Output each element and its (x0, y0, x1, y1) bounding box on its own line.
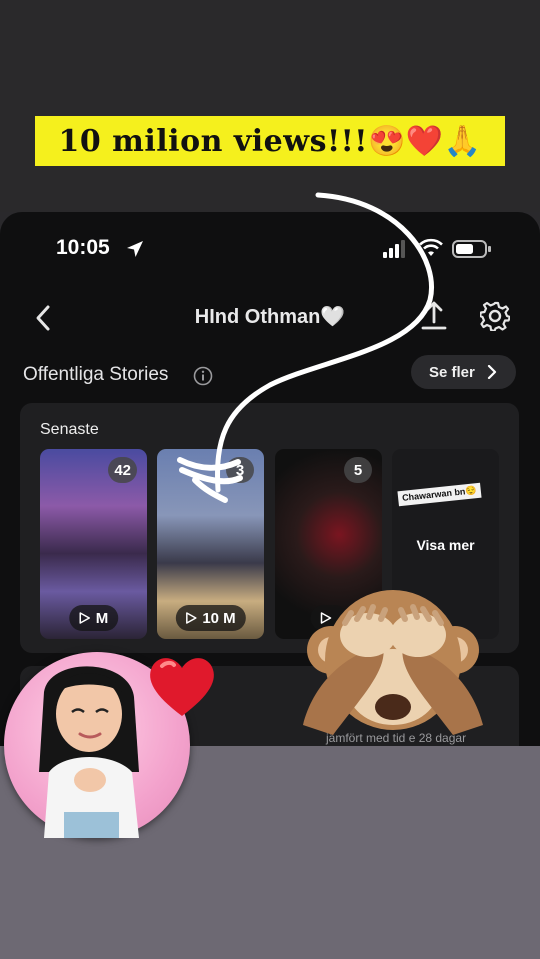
signal-icon (383, 240, 405, 258)
play-icon (185, 612, 197, 624)
heart-sticker (150, 658, 214, 716)
info-icon[interactable] (193, 366, 213, 386)
story-caption-tag: Chawarwan bn😌 (397, 482, 482, 507)
see-more-label: Se fler (429, 363, 475, 381)
back-chevron-icon[interactable] (34, 304, 52, 332)
profile-title: HInd Othman🤍 (194, 306, 346, 328)
story-thumbnail[interactable]: 3 10 M (157, 449, 264, 639)
status-time: 10:05 (56, 236, 110, 259)
section-title: Offentliga Stories (23, 364, 169, 385)
caption-text: 10 milion views!!!😍❤️🙏 (58, 123, 482, 159)
see-no-evil-monkey-emoji (303, 590, 483, 735)
play-icon (79, 612, 90, 624)
share-icon[interactable] (420, 300, 448, 332)
story-count-badge: 3 (226, 457, 254, 483)
gear-icon[interactable] (480, 301, 510, 331)
story-background-top (0, 0, 540, 212)
see-more-thumbnail-label: Visa mer (416, 537, 475, 553)
caption-banner: 10 milion views!!!😍❤️🙏 (35, 116, 505, 166)
see-more-button[interactable]: Se fler (411, 355, 516, 389)
story-views-badge: 10 M (175, 605, 246, 631)
chevron-right-icon (487, 365, 496, 379)
wifi-icon (419, 238, 443, 256)
story-views-badge: M (68, 605, 119, 631)
battery-icon (452, 240, 491, 258)
story-thumbnail[interactable]: 42 M (40, 449, 147, 639)
story-views-text: 10 M (202, 609, 236, 627)
story-count-badge: 5 (344, 457, 372, 483)
location-arrow-icon (127, 241, 143, 257)
story-views-text: M (95, 609, 109, 627)
card-title: Senaste (40, 421, 99, 438)
story-count-badge: 42 (108, 457, 137, 483)
